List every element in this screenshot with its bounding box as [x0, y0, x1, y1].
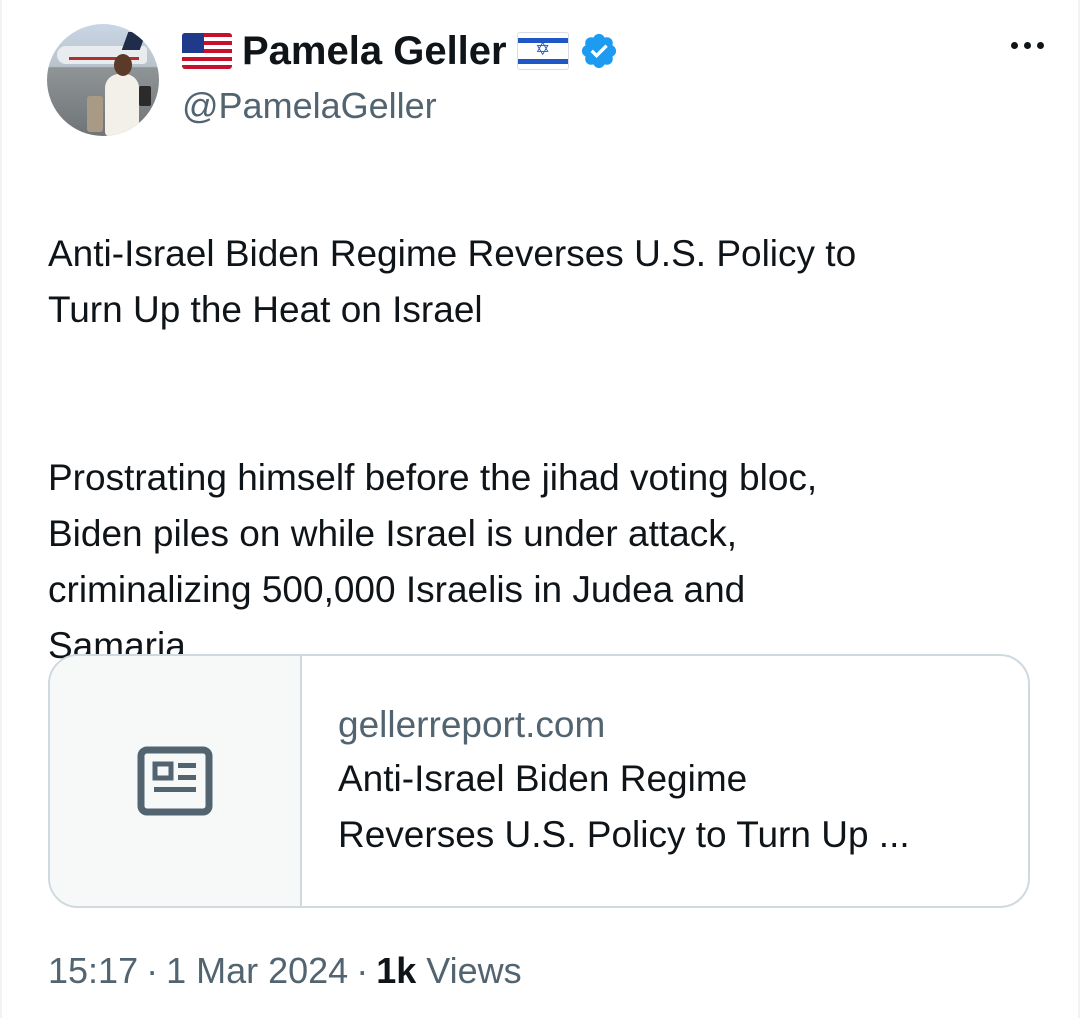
- author-display-name[interactable]: Pamela Geller: [242, 26, 507, 76]
- article-icon: [137, 746, 213, 816]
- author-name-row[interactable]: Pamela Geller ✡: [182, 26, 619, 76]
- tweet-time[interactable]: 15:17: [48, 950, 138, 991]
- link-card-domain: gellerreport.com: [338, 704, 606, 745]
- author-avatar[interactable]: [47, 24, 159, 136]
- link-card-thumbnail: [50, 656, 302, 906]
- tweet-date[interactable]: 1 Mar 2024: [166, 950, 348, 991]
- us-flag-icon: [182, 33, 232, 69]
- israel-flag-icon: ✡: [516, 32, 569, 70]
- avatar-book: [139, 86, 151, 106]
- views-count[interactable]: 1k: [376, 950, 416, 991]
- more-dot-icon: [1011, 41, 1018, 49]
- tweet-paragraph: Prostrating himself before the jihad vot…: [48, 457, 818, 666]
- tweet-body: Anti-Israel Biden Regime Reverses U.S. P…: [48, 170, 1038, 730]
- verified-badge-icon[interactable]: [579, 31, 619, 71]
- avatar-bag: [87, 96, 103, 132]
- frame-left-border: [0, 0, 2, 1018]
- tweet-paragraph: Anti-Israel Biden Regime Reverses U.S. P…: [48, 233, 857, 330]
- views-label[interactable]: Views: [426, 950, 521, 991]
- meta-separator: ·: [146, 950, 159, 991]
- link-card-body[interactable]: gellerreport.com Anti-Israel Biden Regim…: [302, 656, 978, 906]
- tweet-meta: 15:17 · 1 Mar 2024 · 1k Views: [48, 946, 522, 996]
- more-dot-icon: [1024, 41, 1031, 49]
- more-options-button[interactable]: [1011, 30, 1044, 60]
- avatar-person-body: [105, 74, 139, 136]
- more-dot-icon: [1037, 41, 1044, 49]
- avatar-person-head: [114, 54, 132, 76]
- link-preview-card[interactable]: gellerreport.com Anti-Israel Biden Regim…: [48, 654, 1030, 908]
- author-handle[interactable]: @PamelaGeller: [182, 82, 437, 130]
- link-card-title[interactable]: Anti-Israel Biden Regime Reverses U.S. P…: [338, 751, 978, 863]
- meta-separator: ·: [356, 950, 369, 991]
